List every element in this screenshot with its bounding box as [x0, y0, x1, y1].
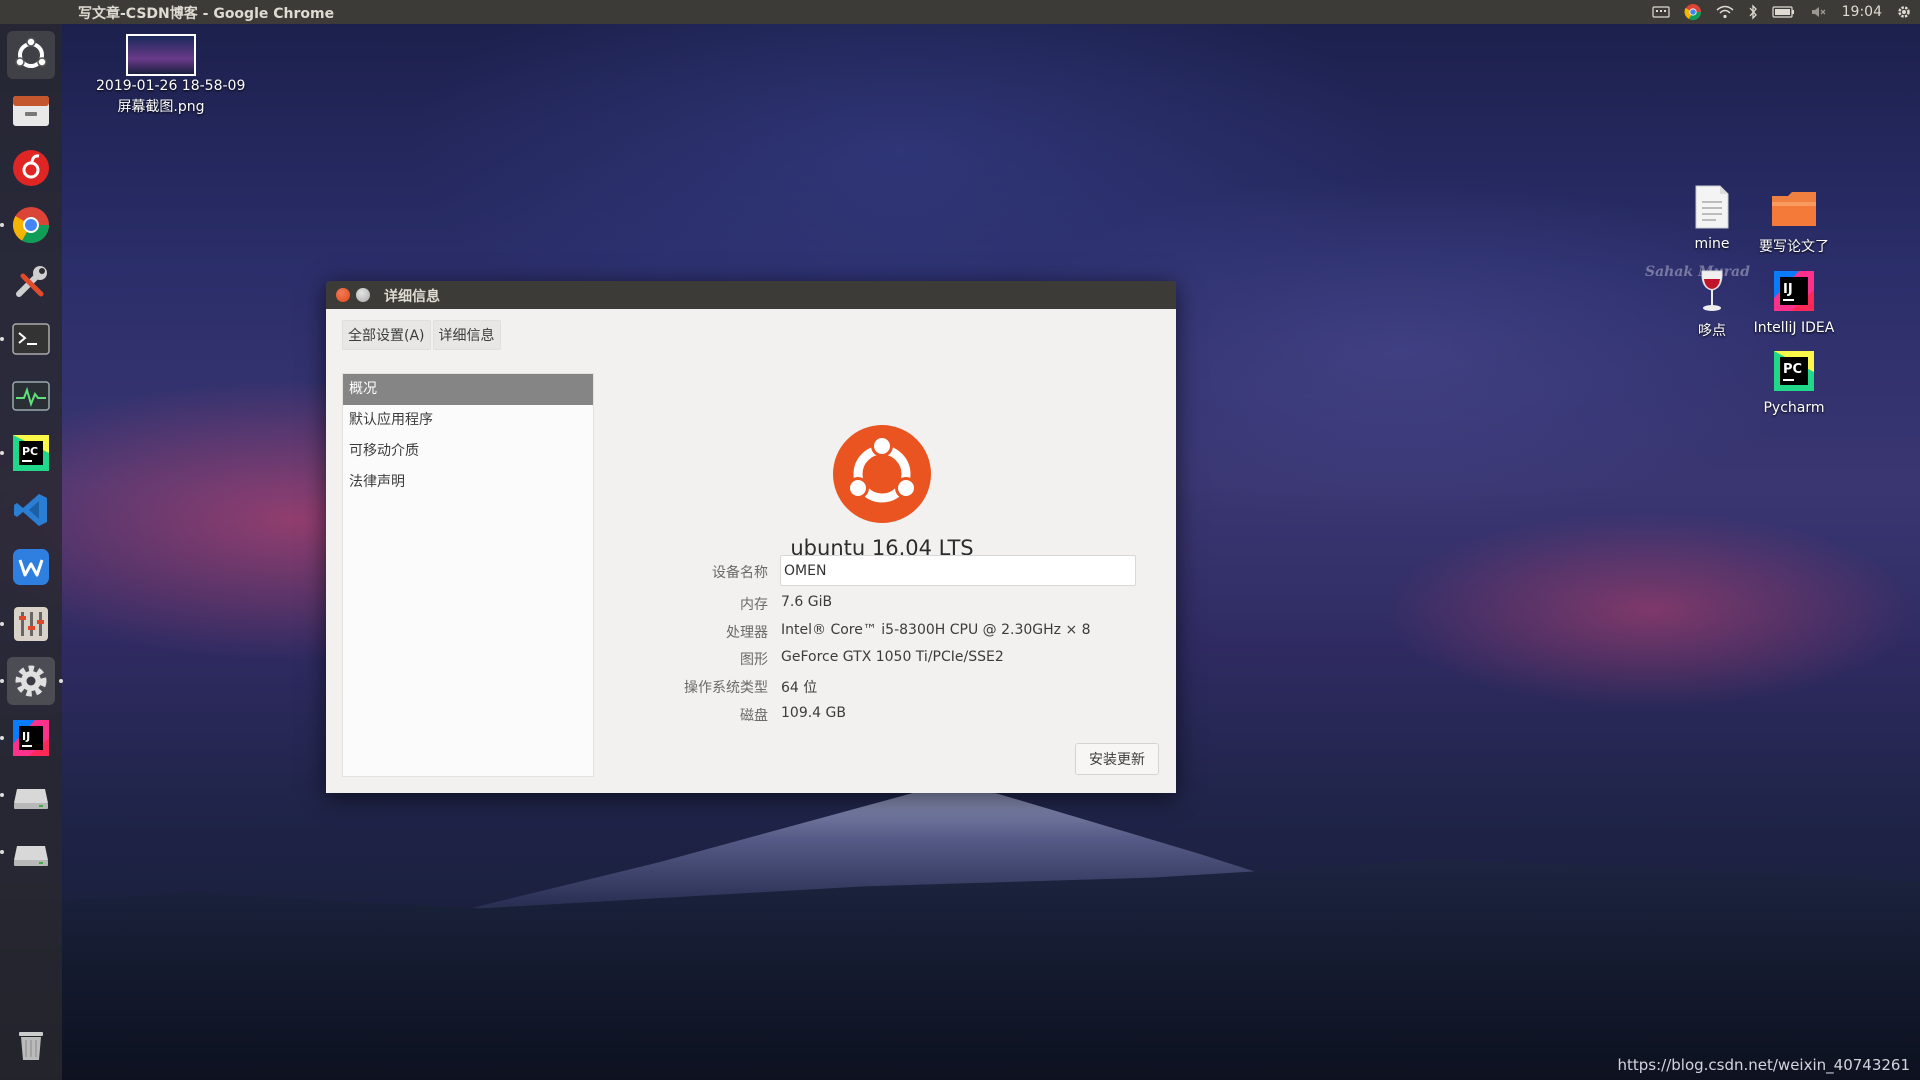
- desktop-thesis-folder[interactable]: 要写论文了: [1744, 188, 1844, 256]
- os-type-value: 64 位: [781, 680, 818, 696]
- memory-label: 内存: [740, 597, 768, 613]
- trash-launcher[interactable]: [7, 1020, 55, 1068]
- drive-launcher-2[interactable]: [0, 828, 55, 876]
- ubuntu-logo-icon: [15, 37, 47, 68]
- install-updates-button[interactable]: 安装更新: [1075, 743, 1159, 775]
- file-manager-icon: [13, 96, 49, 126]
- pycharm-icon: PC: [1774, 351, 1814, 391]
- chrome-icon: [12, 207, 50, 244]
- system-monitor-icon: [12, 381, 50, 411]
- chrome-launcher[interactable]: [0, 201, 55, 249]
- netease-music-launcher[interactable]: [7, 144, 55, 192]
- details-window: 详细信息 全部设置(A) 详细信息 概况 默认应用程序 可移动介质 法律声明 u…: [326, 281, 1176, 793]
- pycharm-icon: PC: [13, 435, 49, 471]
- intellij-icon: IJ: [1774, 271, 1814, 311]
- graphics-value: GeForce GTX 1050 Ti/PCIe/SSE2: [781, 649, 1004, 665]
- file-label-date: 2019-01-26 18-58-09: [96, 78, 246, 94]
- files-launcher[interactable]: [7, 86, 55, 134]
- graphics-label: 图形: [740, 652, 768, 668]
- disk-label: 磁盘: [740, 708, 768, 724]
- battery-icon[interactable]: [1772, 6, 1796, 18]
- device-name-label: 设备名称: [712, 565, 768, 581]
- disk-value: 109.4 GB: [781, 705, 846, 721]
- drive-icon: [14, 789, 48, 809]
- breadcrumb-all-settings[interactable]: 全部设置(A): [342, 320, 431, 350]
- launcher: PC IJ: [0, 24, 63, 1080]
- desktop-intellij-launcher[interactable]: IJ IntelliJ IDEA: [1744, 268, 1844, 336]
- image-thumbnail: [126, 34, 196, 76]
- vscode-icon: [14, 494, 47, 526]
- app-label: Pycharm: [1763, 400, 1825, 416]
- svg-text:IJ: IJ: [22, 730, 30, 743]
- os-type-label: 操作系统类型: [684, 680, 768, 696]
- system-tray: 19:04: [1652, 0, 1912, 24]
- pycharm-launcher[interactable]: PC: [0, 429, 55, 477]
- breadcrumb: 全部设置(A) 详细信息: [342, 320, 503, 350]
- folder-label: 要写论文了: [1759, 239, 1829, 255]
- close-button[interactable]: [336, 288, 350, 302]
- terminal-launcher[interactable]: [0, 315, 55, 363]
- wps-icon: [13, 549, 49, 585]
- app-label: 哆点: [1698, 323, 1726, 339]
- device-name-field[interactable]: [780, 555, 1136, 586]
- desktop-duodian-launcher[interactable]: 哆点: [1690, 268, 1734, 340]
- wine-glass-icon: [1701, 270, 1723, 311]
- sidebar-item-removable-media[interactable]: 可移动介质: [343, 436, 593, 467]
- keyboard-icon[interactable]: [1652, 5, 1670, 19]
- desktop-pycharm-launcher[interactable]: PC Pycharm: [1744, 348, 1844, 416]
- volume-muted-icon[interactable]: [1810, 5, 1828, 19]
- ubuntu-dash-button[interactable]: [7, 31, 55, 79]
- clock[interactable]: 19:04: [1842, 4, 1882, 20]
- svg-text:IJ: IJ: [1783, 282, 1793, 297]
- trash-icon: [19, 1032, 43, 1060]
- power-gear-icon[interactable]: [1896, 4, 1912, 20]
- wifi-icon[interactable]: [1716, 5, 1734, 19]
- intellij-icon: IJ: [13, 720, 49, 756]
- desktop-mine-file[interactable]: mine: [1680, 184, 1744, 252]
- top-panel: 写文章-CSDN博客 - Google Chrome 19:04: [0, 0, 1920, 24]
- watermark-url: https://blog.csdn.net/weixin_40743261: [1617, 1056, 1910, 1074]
- window-title: 详细信息: [384, 289, 440, 305]
- window-body: 全部设置(A) 详细信息 概况 默认应用程序 可移动介质 法律声明 ubuntu…: [326, 309, 1176, 793]
- netease-music-icon: [13, 150, 49, 186]
- drive-icon: [14, 846, 48, 866]
- gear-icon: [15, 665, 47, 697]
- chrome-tray-icon[interactable]: [1684, 3, 1702, 21]
- sidebar-item-default-apps[interactable]: 默认应用程序: [343, 405, 593, 436]
- details-sidebar: 概况 默认应用程序 可移动介质 法律声明: [342, 373, 594, 777]
- drive-launcher-1[interactable]: [0, 771, 55, 819]
- ubuntu-logo-icon: [832, 424, 932, 524]
- sliders-icon: [14, 607, 48, 641]
- bluetooth-icon[interactable]: [1748, 4, 1758, 20]
- wps-launcher[interactable]: [7, 543, 55, 591]
- window-titlebar[interactable]: 详细信息: [326, 281, 1176, 309]
- processor-value: Intel® Core™ i5-8300H CPU @ 2.30GHz × 8: [781, 622, 1091, 638]
- svg-text:PC: PC: [1783, 362, 1802, 377]
- breadcrumb-details[interactable]: 详细信息: [432, 320, 501, 350]
- text-file-icon: [1695, 185, 1729, 229]
- system-monitor-launcher[interactable]: [7, 372, 55, 420]
- vscode-launcher[interactable]: [7, 486, 55, 534]
- mixer-launcher[interactable]: [0, 600, 55, 648]
- file-label: mine: [1694, 236, 1730, 252]
- settings-launcher[interactable]: [0, 657, 63, 705]
- minimize-button[interactable]: [356, 288, 370, 302]
- system-tools-launcher[interactable]: [7, 258, 55, 306]
- sidebar-item-overview[interactable]: 概况: [343, 374, 593, 405]
- svg-text:PC: PC: [22, 445, 38, 458]
- file-label-name: 屏幕截图.png: [117, 99, 205, 115]
- wrench-screwdriver-icon: [16, 266, 47, 297]
- memory-value: 7.6 GiB: [781, 594, 833, 610]
- active-window-title: 写文章-CSDN博客 - Google Chrome: [78, 6, 335, 22]
- desktop-screenshot-file[interactable]: 2019-01-26 18-58-09 屏幕截图.png: [96, 34, 246, 116]
- sidebar-item-legal-notice[interactable]: 法律声明: [343, 467, 593, 498]
- app-label: IntelliJ IDEA: [1753, 320, 1835, 336]
- processor-label: 处理器: [726, 625, 768, 641]
- folder-icon: [1772, 192, 1816, 226]
- terminal-icon: [12, 323, 50, 355]
- intellij-launcher[interactable]: IJ: [0, 714, 55, 762]
